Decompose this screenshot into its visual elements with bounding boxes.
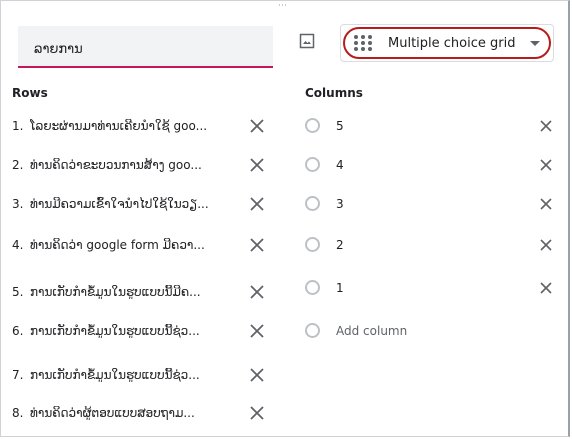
- column-label[interactable]: 4: [336, 158, 344, 172]
- radio-circle-icon: [305, 196, 320, 211]
- grid-row-item[interactable]: 2. ທ່ານຄິດວ່າຂະບວນການສ້າງ goo...: [0, 155, 280, 179]
- grid-row-item[interactable]: 6. ການເກັບກຳຂໍ້ມູນໃນຮູບແບບນີ້ຊ່ວ...: [0, 321, 280, 345]
- remove-row-icon[interactable]: [249, 118, 265, 134]
- radio-circle-icon: [305, 157, 320, 172]
- remove-row-icon[interactable]: [249, 367, 265, 383]
- rows-header: Rows: [12, 86, 48, 100]
- column-label[interactable]: 3: [336, 197, 344, 211]
- grid-row-item[interactable]: 3. ທ່ານມີຄວາມເຂົ້າໃຈນຳໄປໃຊ້ໃນວຽ...: [0, 194, 280, 218]
- row-label[interactable]: ທ່ານຄິດວ່າຜູ້ຕອບແບບສອບຖາມ...: [30, 406, 230, 420]
- remove-column-icon[interactable]: [538, 237, 554, 253]
- row-number: 4.: [12, 238, 24, 252]
- grid-column-item[interactable]: 4: [305, 157, 565, 181]
- remove-column-icon[interactable]: [538, 280, 554, 296]
- radio-circle-icon: [305, 280, 320, 295]
- grid-column-item[interactable]: 1: [305, 280, 565, 304]
- row-label[interactable]: ການເກັບກຳຂໍ້ມູນໃນຮູບແບບນີ້ມີຄ...: [30, 285, 230, 299]
- row-label[interactable]: ທ່ານຄິດວ່າ google form ມີຄວາ...: [30, 238, 230, 252]
- radio-circle-icon: [305, 237, 320, 252]
- remove-column-icon[interactable]: [538, 196, 554, 212]
- add-column-option[interactable]: Add column: [305, 323, 565, 347]
- drag-handle-icon[interactable]: ⋯: [278, 2, 288, 11]
- question-type-label: Multiple choice grid: [388, 36, 516, 51]
- columns-header: Columns: [305, 86, 363, 100]
- row-number: 7.: [12, 368, 24, 382]
- grid-column-item[interactable]: 3: [305, 196, 565, 220]
- remove-column-icon[interactable]: [538, 157, 554, 173]
- remove-row-icon[interactable]: [249, 323, 265, 339]
- row-label[interactable]: ໂລຍະຜ່ານມາທ່ານເຄີຍນຳໃຊ້ goo...: [30, 119, 230, 133]
- row-label[interactable]: ທ່ານມີຄວາມເຂົ້າໃຈນຳໄປໃຊ້ໃນວຽ...: [30, 197, 230, 211]
- column-label[interactable]: 1: [336, 281, 344, 295]
- row-label[interactable]: ທ່ານຄິດວ່າຂະບວນການສ້າງ goo...: [30, 158, 230, 172]
- row-number: 5.: [12, 285, 24, 299]
- row-label[interactable]: ການເກັບກຳຂໍ້ມູນໃນຮູບແບບນີ້ຊ່ວ...: [30, 324, 230, 338]
- radio-circle-icon: [305, 323, 320, 338]
- remove-row-icon[interactable]: [249, 196, 265, 212]
- remove-row-icon[interactable]: [249, 405, 265, 421]
- grid-row-item[interactable]: 8. ທ່ານຄິດວ່າຜູ້ຕອບແບບສອບຖາມ...: [0, 403, 280, 427]
- row-number: 8.: [12, 406, 24, 420]
- chevron-down-icon: [530, 41, 540, 46]
- grid-row-item[interactable]: 1. ໂລຍະຜ່ານມາທ່ານເຄີຍນຳໃຊ້ goo...: [0, 116, 280, 140]
- remove-row-icon[interactable]: [249, 284, 265, 300]
- add-image-button[interactable]: [297, 31, 317, 51]
- remove-column-icon[interactable]: [538, 118, 554, 134]
- column-label[interactable]: 5: [336, 119, 344, 133]
- radio-circle-icon: [305, 118, 320, 133]
- remove-row-icon[interactable]: [249, 157, 265, 173]
- grid-row-item[interactable]: 7. ການເກັບກຳຂໍ້ມູນໃນຮູບແບບນີ້ຊ່ວ...: [0, 365, 280, 389]
- row-number: 6.: [12, 324, 24, 338]
- image-icon: [299, 33, 315, 49]
- add-column-label[interactable]: Add column: [336, 324, 407, 338]
- row-number: 2.: [12, 158, 24, 172]
- question-type-dropdown[interactable]: Multiple choice grid: [340, 24, 554, 62]
- question-title-input[interactable]: [32, 31, 266, 67]
- row-number: 1.: [12, 119, 24, 133]
- column-label[interactable]: 2: [336, 238, 344, 252]
- grid-column-item[interactable]: 2: [305, 237, 565, 261]
- grid-column-item[interactable]: 5: [305, 118, 565, 142]
- row-label[interactable]: ການເກັບກຳຂໍ້ມູນໃນຮູບແບບນີ້ຊ່ວ...: [30, 368, 230, 382]
- grid-dots-icon: [354, 35, 372, 51]
- question-title-field[interactable]: [18, 26, 273, 68]
- row-number: 3.: [12, 197, 24, 211]
- grid-row-item[interactable]: 4. ທ່ານຄິດວ່າ google form ມີຄວາ...: [0, 235, 280, 259]
- remove-row-icon[interactable]: [249, 237, 265, 253]
- grid-row-item[interactable]: 5. ການເກັບກຳຂໍ້ມູນໃນຮູບແບບນີ້ມີຄ...: [0, 282, 280, 306]
